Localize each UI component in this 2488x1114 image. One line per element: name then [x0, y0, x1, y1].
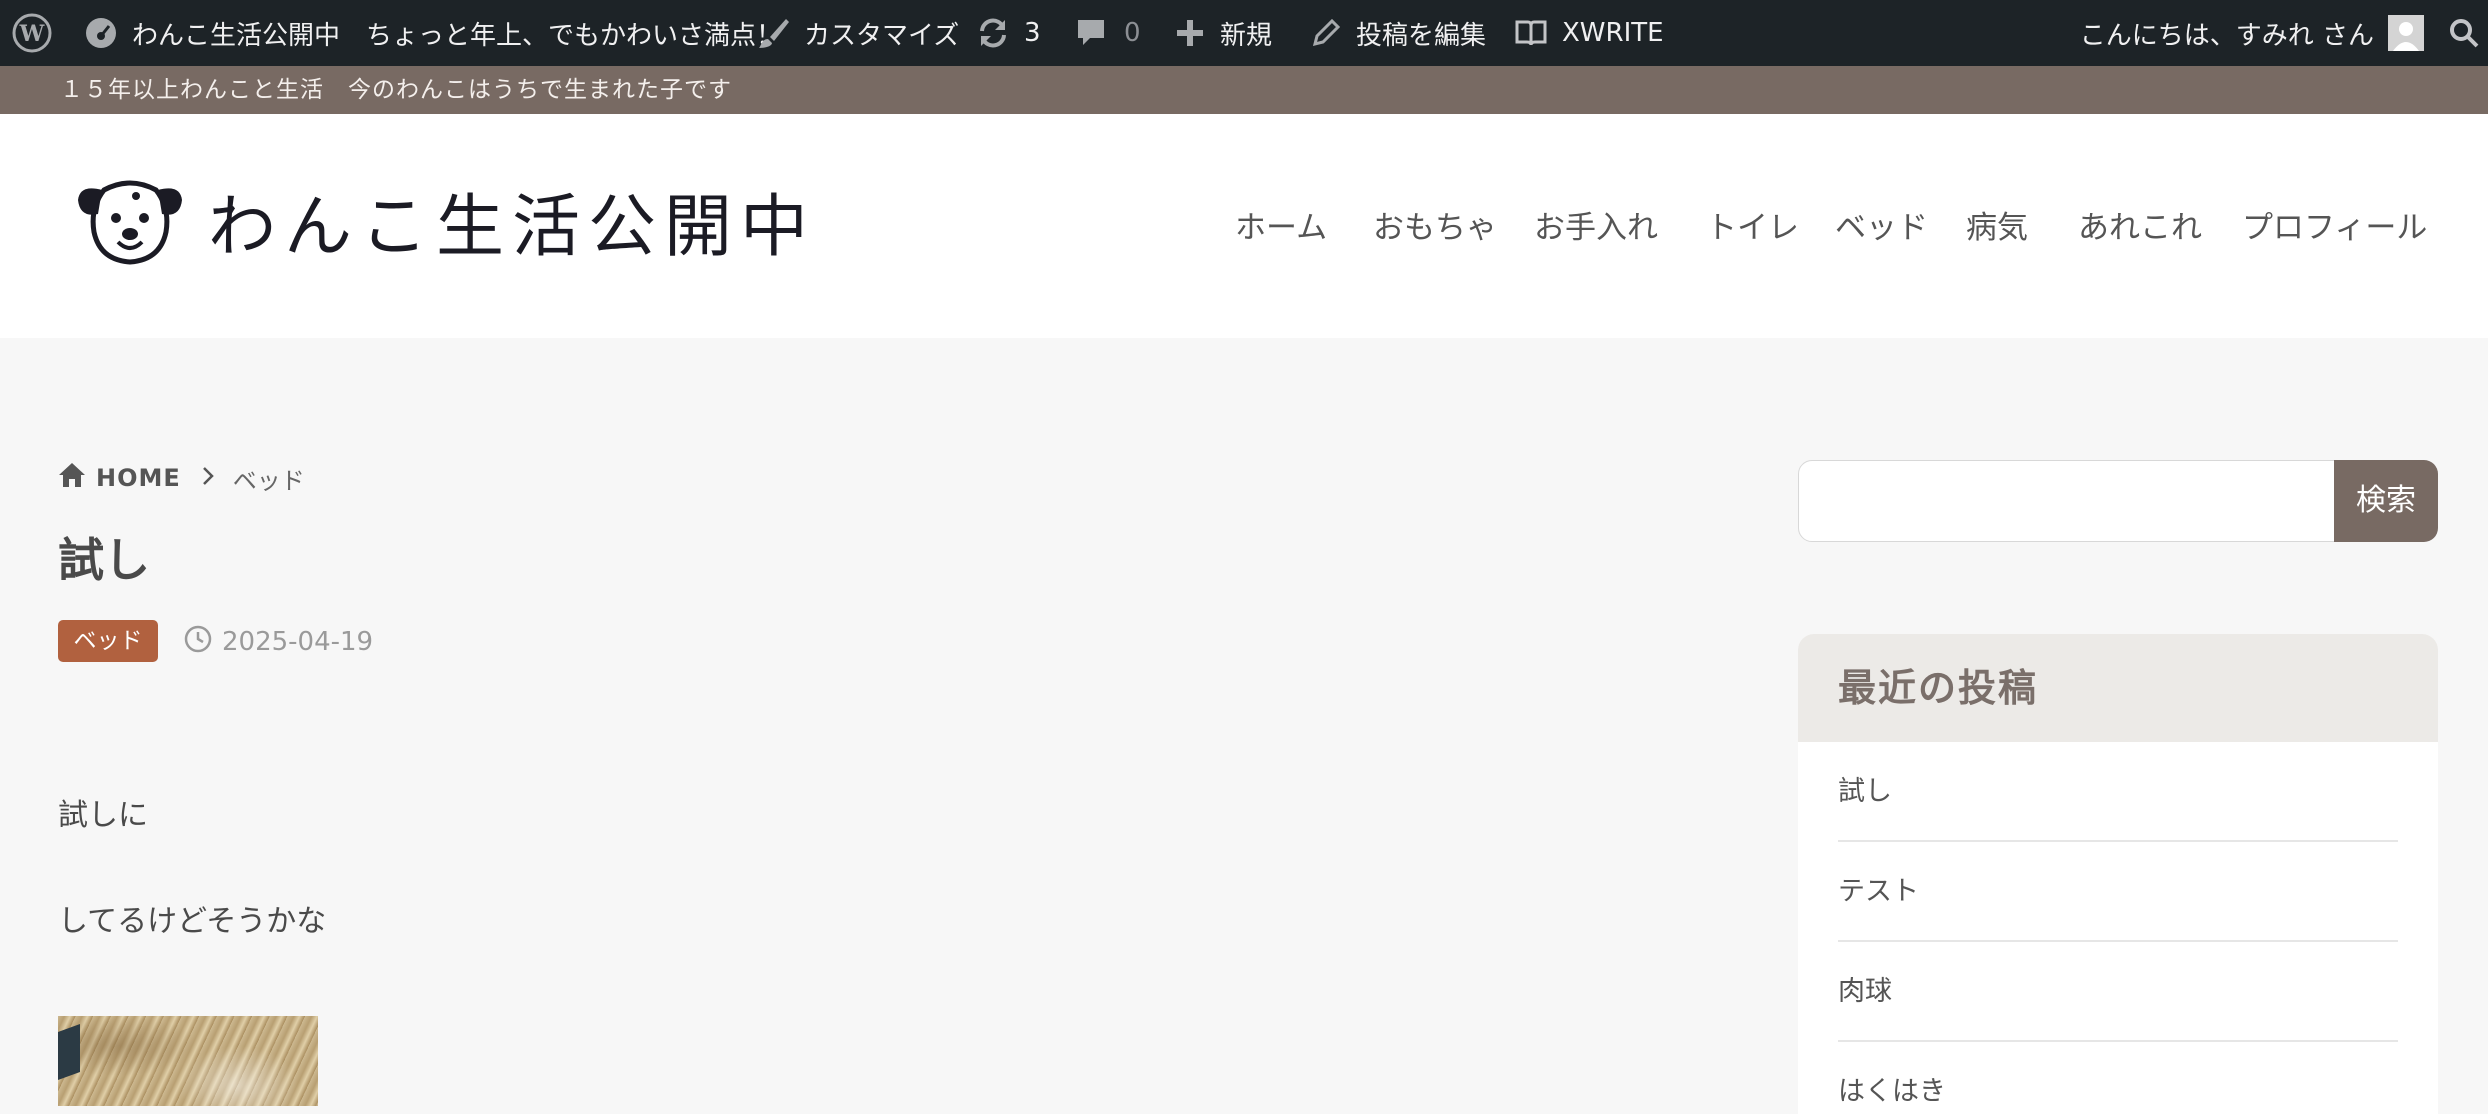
post-date-text: 2025-04-19	[222, 627, 374, 657]
nav-item-home[interactable]: ホーム	[1235, 204, 1327, 252]
clock-icon	[184, 625, 212, 660]
recent-post-item[interactable]: 試し	[1838, 742, 2398, 842]
site-tagline: １５年以上わんこと生活 今のわんこはうちで生まれた子です	[60, 77, 732, 103]
site-header: わんこ生活公開中 ホーム おもちゃ お手入れ トイレ ベッド 病気 あれこれ プ…	[0, 114, 2488, 338]
avatar	[2388, 15, 2424, 51]
category-badge[interactable]: ベッド	[58, 620, 158, 662]
nav-item-toilet[interactable]: トイレ	[1706, 204, 1799, 252]
comment-icon	[1076, 17, 1106, 49]
dog-logo-icon[interactable]	[74, 176, 186, 270]
recent-post-item[interactable]: テスト	[1838, 842, 2398, 942]
brush-icon	[756, 16, 790, 50]
pencil-icon	[1310, 17, 1342, 49]
breadcrumb: HOME ベッド	[58, 458, 305, 498]
breadcrumb-current[interactable]: ベッド	[233, 461, 305, 496]
book-icon	[1514, 18, 1548, 48]
admin-edit-post-label: 投稿を編集	[1356, 20, 1487, 51]
admin-greeting: こんにちは、すみれ さん	[2079, 20, 2374, 51]
post-paragraph: してるけどそうかな	[58, 904, 327, 939]
nav-item-misc[interactable]: あれこれ	[2078, 204, 2202, 252]
nav-item-bed[interactable]: ベッド	[1835, 204, 1928, 252]
nav-item-grooming[interactable]: お手入れ	[1534, 204, 1658, 252]
admin-comments[interactable]: 0	[1076, 0, 1141, 66]
post-paragraph: 試しに	[58, 798, 148, 833]
admin-account[interactable]: こんにちは、すみれ さん	[2080, 0, 2424, 66]
admin-site-name[interactable]: わんこ生活公開中 ちょっと年上、でもかわいさ満点！	[84, 0, 782, 66]
updates-icon	[976, 16, 1010, 50]
tagline-bar: １５年以上わんこと生活 今のわんこはうちで生まれた子です	[0, 66, 2488, 114]
admin-xwrite-label: XWRITE	[1562, 18, 1664, 48]
admin-site-name-label: わんこ生活公開中 ちょっと年上、でもかわいさ満点！	[132, 20, 783, 51]
dashboard-icon	[84, 16, 118, 50]
comments-count: 0	[1124, 18, 1141, 48]
admin-bar: W わんこ生活公開中 ちょっと年上、でもかわいさ満点！ カスタマイズ 3 0 新…	[0, 0, 2488, 66]
recent-post-item[interactable]: 肉球	[1838, 942, 2398, 1042]
site-title[interactable]: わんこ生活公開中	[208, 178, 816, 278]
post-title: 試し	[58, 533, 150, 587]
admin-customize[interactable]: カスタマイズ	[756, 0, 959, 66]
admin-edit-post[interactable]: 投稿を編集	[1310, 0, 1486, 66]
search-button[interactable]: 検索	[2334, 460, 2438, 542]
search-input[interactable]	[1798, 460, 2343, 542]
admin-new-label: 新規	[1220, 20, 1273, 51]
breadcrumb-home[interactable]: HOME	[96, 464, 181, 492]
admin-new[interactable]: 新規	[1176, 0, 1272, 66]
nav-item-toys[interactable]: おもちゃ	[1373, 204, 1497, 252]
post-image	[58, 1016, 318, 1106]
chevron-right-icon	[201, 464, 215, 492]
wordpress-logo-icon[interactable]: W	[12, 0, 52, 66]
admin-customize-label: カスタマイズ	[804, 20, 960, 51]
plus-icon	[1176, 19, 1204, 47]
svg-text:W: W	[19, 21, 45, 47]
admin-xwrite[interactable]: XWRITE	[1514, 0, 1664, 66]
recent-posts-widget: 最近の投稿 試し テスト 肉球 はくはき	[1798, 634, 2438, 1114]
home-icon	[58, 462, 86, 494]
admin-search-icon[interactable]	[2448, 0, 2480, 66]
recent-post-item[interactable]: はくはき	[1838, 1042, 2398, 1114]
recent-posts-title: 最近の投稿	[1798, 634, 2438, 742]
post-date: 2025-04-19	[184, 622, 373, 662]
admin-updates[interactable]: 3	[976, 0, 1041, 66]
updates-count: 3	[1024, 18, 1041, 48]
nav-item-profile[interactable]: プロフィール	[2242, 204, 2427, 252]
nav-item-illness[interactable]: 病気	[1966, 204, 2028, 252]
